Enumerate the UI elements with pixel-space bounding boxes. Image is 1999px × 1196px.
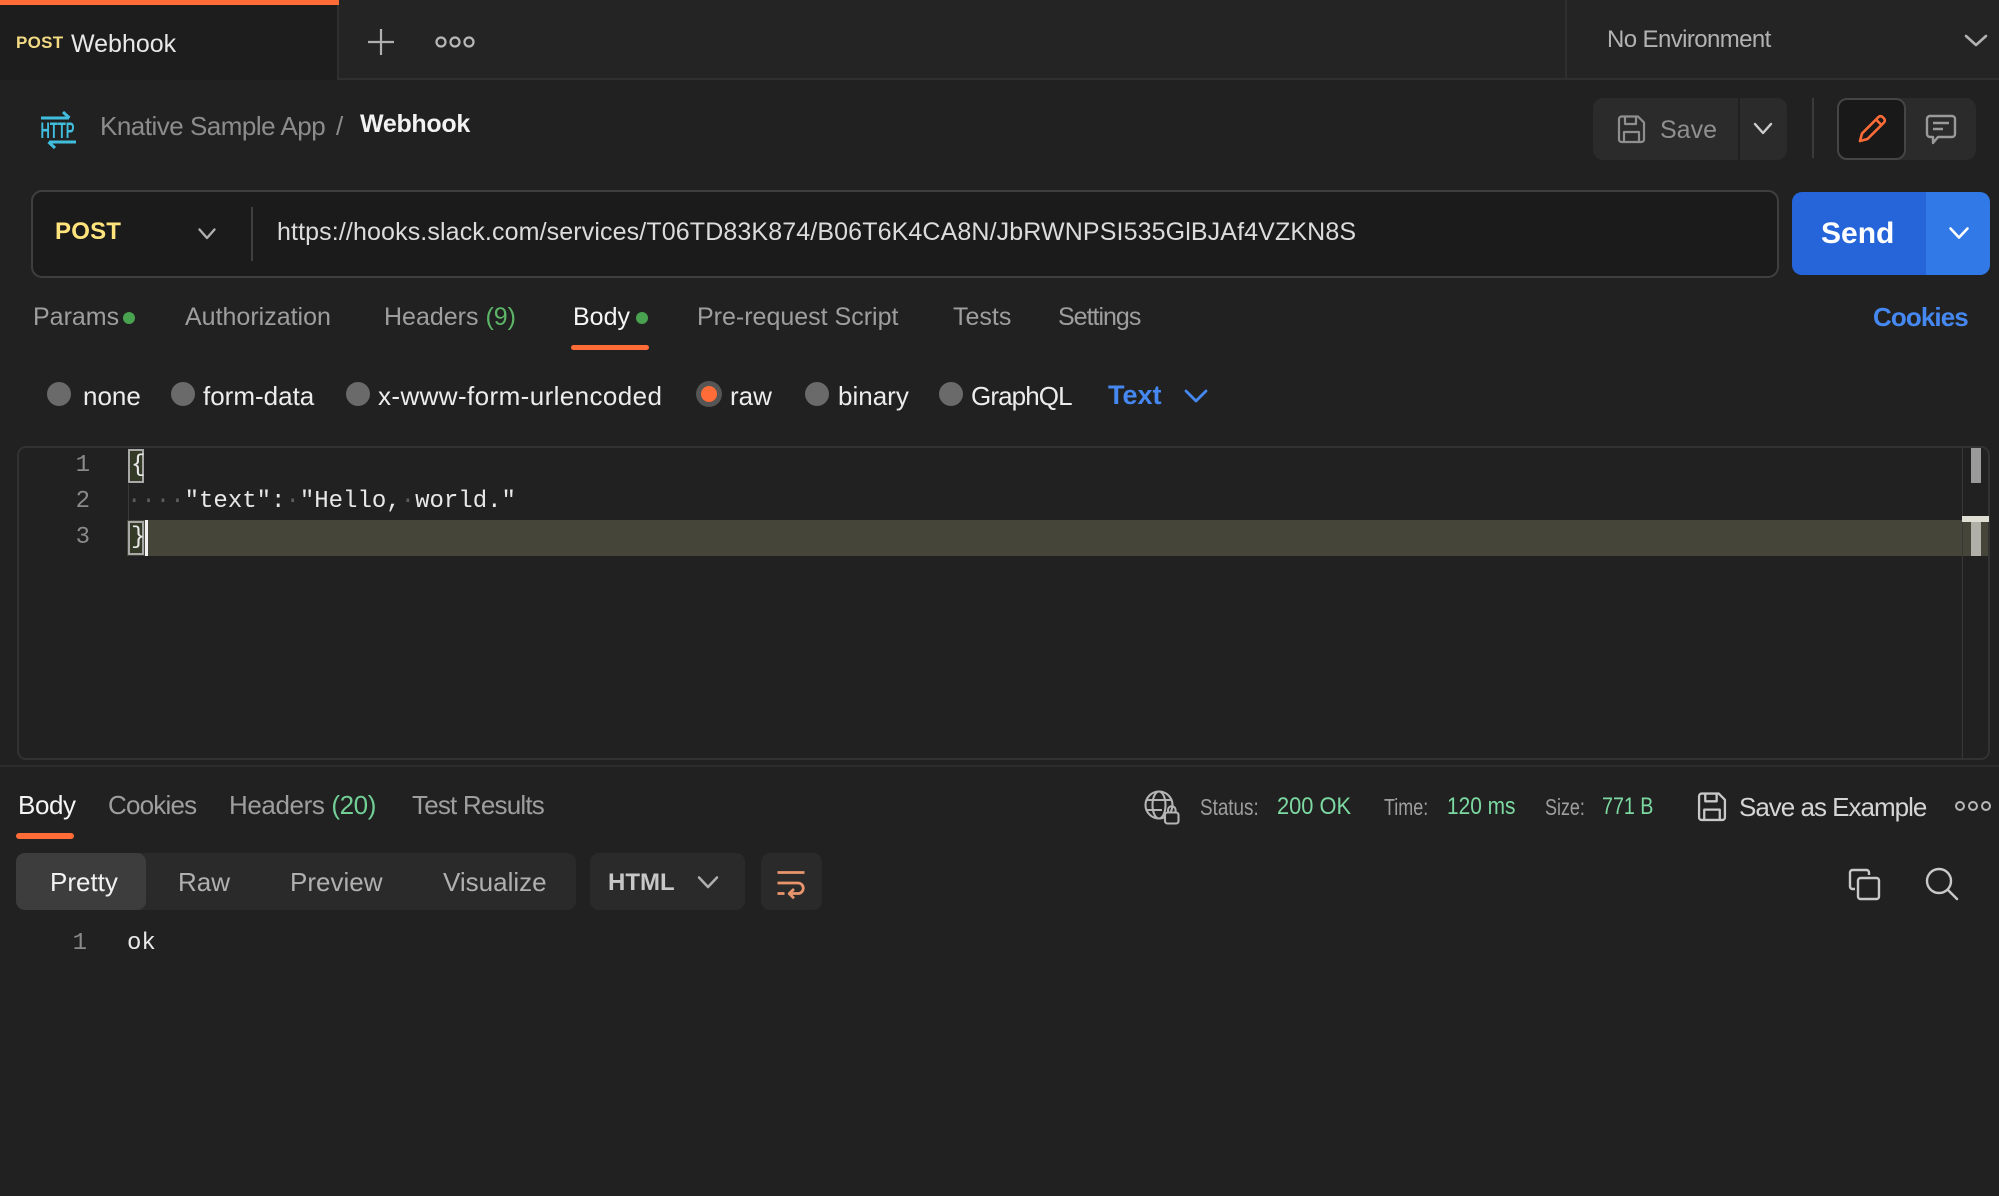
svg-text:HTTP: HTTP (41, 118, 75, 143)
